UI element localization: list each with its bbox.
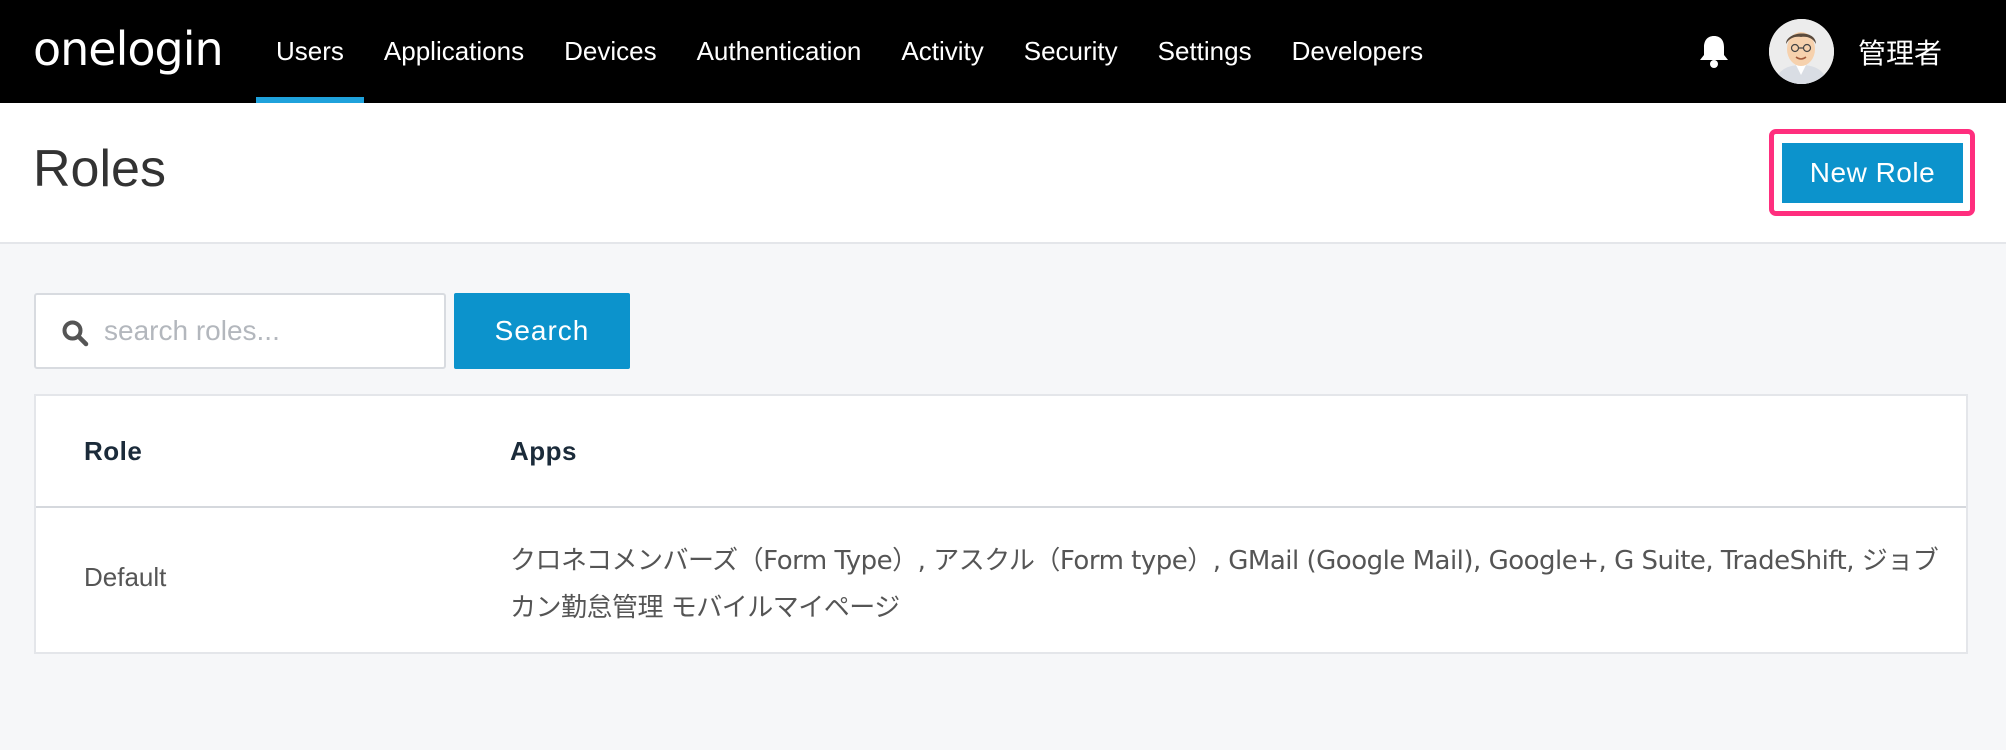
table-header: Role Apps <box>36 396 1966 508</box>
user-name[interactable]: 管理者 <box>1858 32 1942 72</box>
table-row[interactable]: Default クロネコメンバーズ（Form Type）, アスクル（Form … <box>36 510 1966 654</box>
roles-table: Role Apps Default クロネコメンバーズ（Form Type）, … <box>34 394 1968 654</box>
search-field[interactable] <box>34 293 446 369</box>
search-button[interactable]: Search <box>454 293 630 369</box>
nav-item-activity[interactable]: Activity <box>881 0 1003 103</box>
nav-item-applications[interactable]: Applications <box>364 0 544 103</box>
nav-item-users[interactable]: Users <box>256 0 364 103</box>
bell-icon[interactable] <box>1697 33 1731 69</box>
nav-item-developers[interactable]: Developers <box>1272 0 1444 103</box>
onelogin-logo[interactable]: onelogin <box>33 22 224 76</box>
main-nav: Users Applications Devices Authenticatio… <box>256 0 1443 103</box>
role-name-cell[interactable]: Default <box>84 562 166 593</box>
nav-item-devices[interactable]: Devices <box>544 0 676 103</box>
nav-item-security[interactable]: Security <box>1004 0 1138 103</box>
top-navigation-bar: onelogin Users Applications Devices Auth… <box>0 0 2006 103</box>
nav-item-settings[interactable]: Settings <box>1138 0 1272 103</box>
new-role-button[interactable]: New Role <box>1782 143 1963 203</box>
nav-item-authentication[interactable]: Authentication <box>677 0 882 103</box>
page-header: Roles New Role <box>0 103 2006 244</box>
column-header-role[interactable]: Role <box>84 436 142 467</box>
avatar[interactable] <box>1769 19 1834 84</box>
search-icon <box>61 319 89 347</box>
column-header-apps: Apps <box>510 436 577 466</box>
role-apps-cell: クロネコメンバーズ（Form Type）, アスクル（Form type）, G… <box>510 546 1939 623</box>
search-input[interactable] <box>104 295 434 367</box>
page-title: Roles <box>33 140 166 198</box>
